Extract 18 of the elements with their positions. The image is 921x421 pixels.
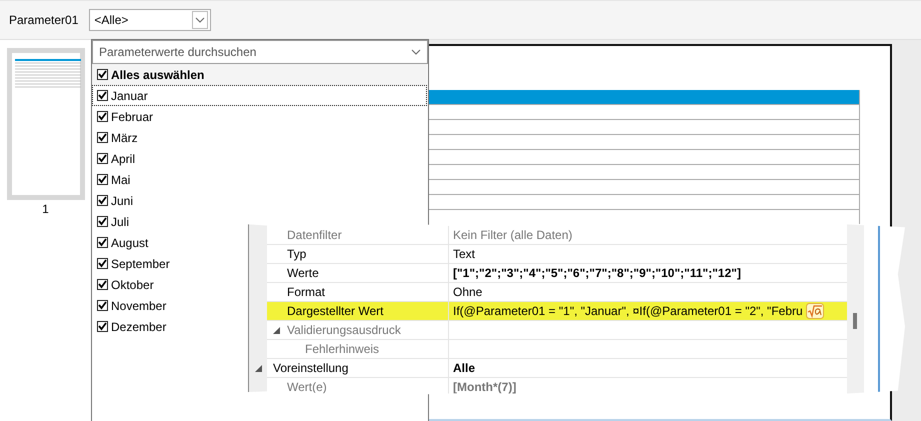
property-name: Validierungsausdruck [287, 323, 401, 337]
parameter-label: Parameter01 [9, 13, 78, 27]
page-number: 1 [42, 202, 49, 216]
property-value: Alle [453, 361, 476, 375]
property-value: ["1";"2";"3";"4";"5";"6";"7";"8";"9";"10";"11";"12"] [453, 266, 741, 280]
property-name: Voreinstellung [273, 361, 348, 375]
property-name: Fehlerhinweis [304, 342, 380, 356]
property-name: Wert(e) [287, 380, 327, 394]
property-name: Format [287, 285, 326, 299]
property-name: Werte [287, 266, 319, 280]
property-value: Ohne [453, 285, 482, 299]
property-value: Kein Filter (alle Daten) [453, 228, 572, 242]
property-name: Dargestellter Wert [287, 304, 384, 318]
property-name: Typ [287, 247, 306, 261]
property-name: Datenfilter [287, 228, 342, 242]
property-value: If(@Parameter01 = "1", "Januar", ¤If(@Parameter01 = "2", "Febru [453, 304, 803, 318]
property-value: [Month*(7)] [453, 380, 516, 394]
property-value: Text [453, 247, 476, 261]
